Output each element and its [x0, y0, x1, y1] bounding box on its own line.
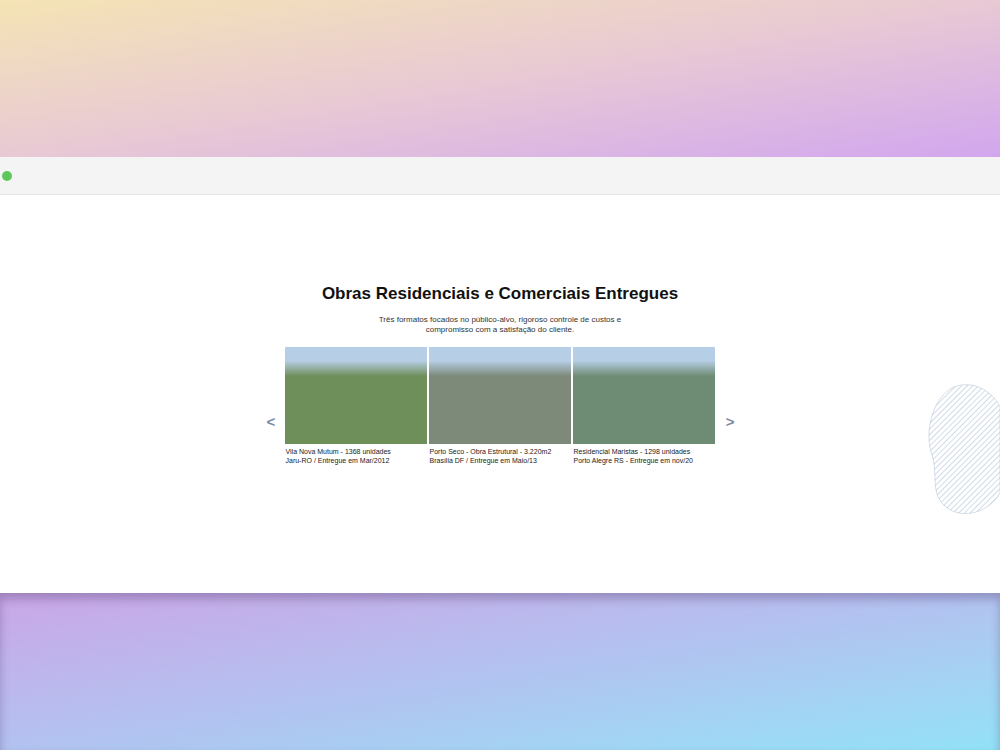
project-photo [285, 347, 427, 444]
page: Obras Residenciais e Comerciais Entregue… [0, 0, 1000, 750]
decorative-blob-icon [924, 383, 1000, 517]
project-card[interactable]: Vila Nova Mutum - 1368 unidadesJaru-RO /… [285, 347, 427, 465]
project-caption: Vila Nova Mutum - 1368 unidadesJaru-RO /… [285, 447, 427, 465]
bottom-backdrop [0, 593, 1000, 750]
content-panel: Obras Residenciais e Comerciais Entregue… [0, 195, 1000, 593]
top-backdrop [0, 0, 1000, 157]
section-title: Obras Residenciais e Comerciais Entregue… [322, 283, 678, 305]
project-photo [429, 347, 571, 444]
project-card[interactable]: Residencial Maristas - 1298 unidadesPort… [573, 347, 715, 465]
prev-button[interactable]: < [266, 411, 285, 434]
project-caption: Porto Seco - Obra Estrutural - 3.220m2Br… [429, 447, 571, 465]
status-dot [2, 171, 12, 181]
carousel-track: Vila Nova Mutum - 1368 unidadesJaru-RO /… [285, 347, 715, 465]
project-caption: Residencial Maristas - 1298 unidadesPort… [573, 447, 715, 465]
browser-bar [0, 157, 1000, 195]
next-button[interactable]: > [715, 411, 735, 434]
carousel: <Vila Nova Mutum - 1368 unidadesJaru-RO … [266, 347, 735, 465]
project-card[interactable]: Porto Seco - Obra Estrutural - 3.220m2Br… [429, 347, 571, 465]
project-photo [573, 347, 715, 444]
section-subtitle: Três formatos focados no público-alvo, r… [379, 315, 622, 335]
